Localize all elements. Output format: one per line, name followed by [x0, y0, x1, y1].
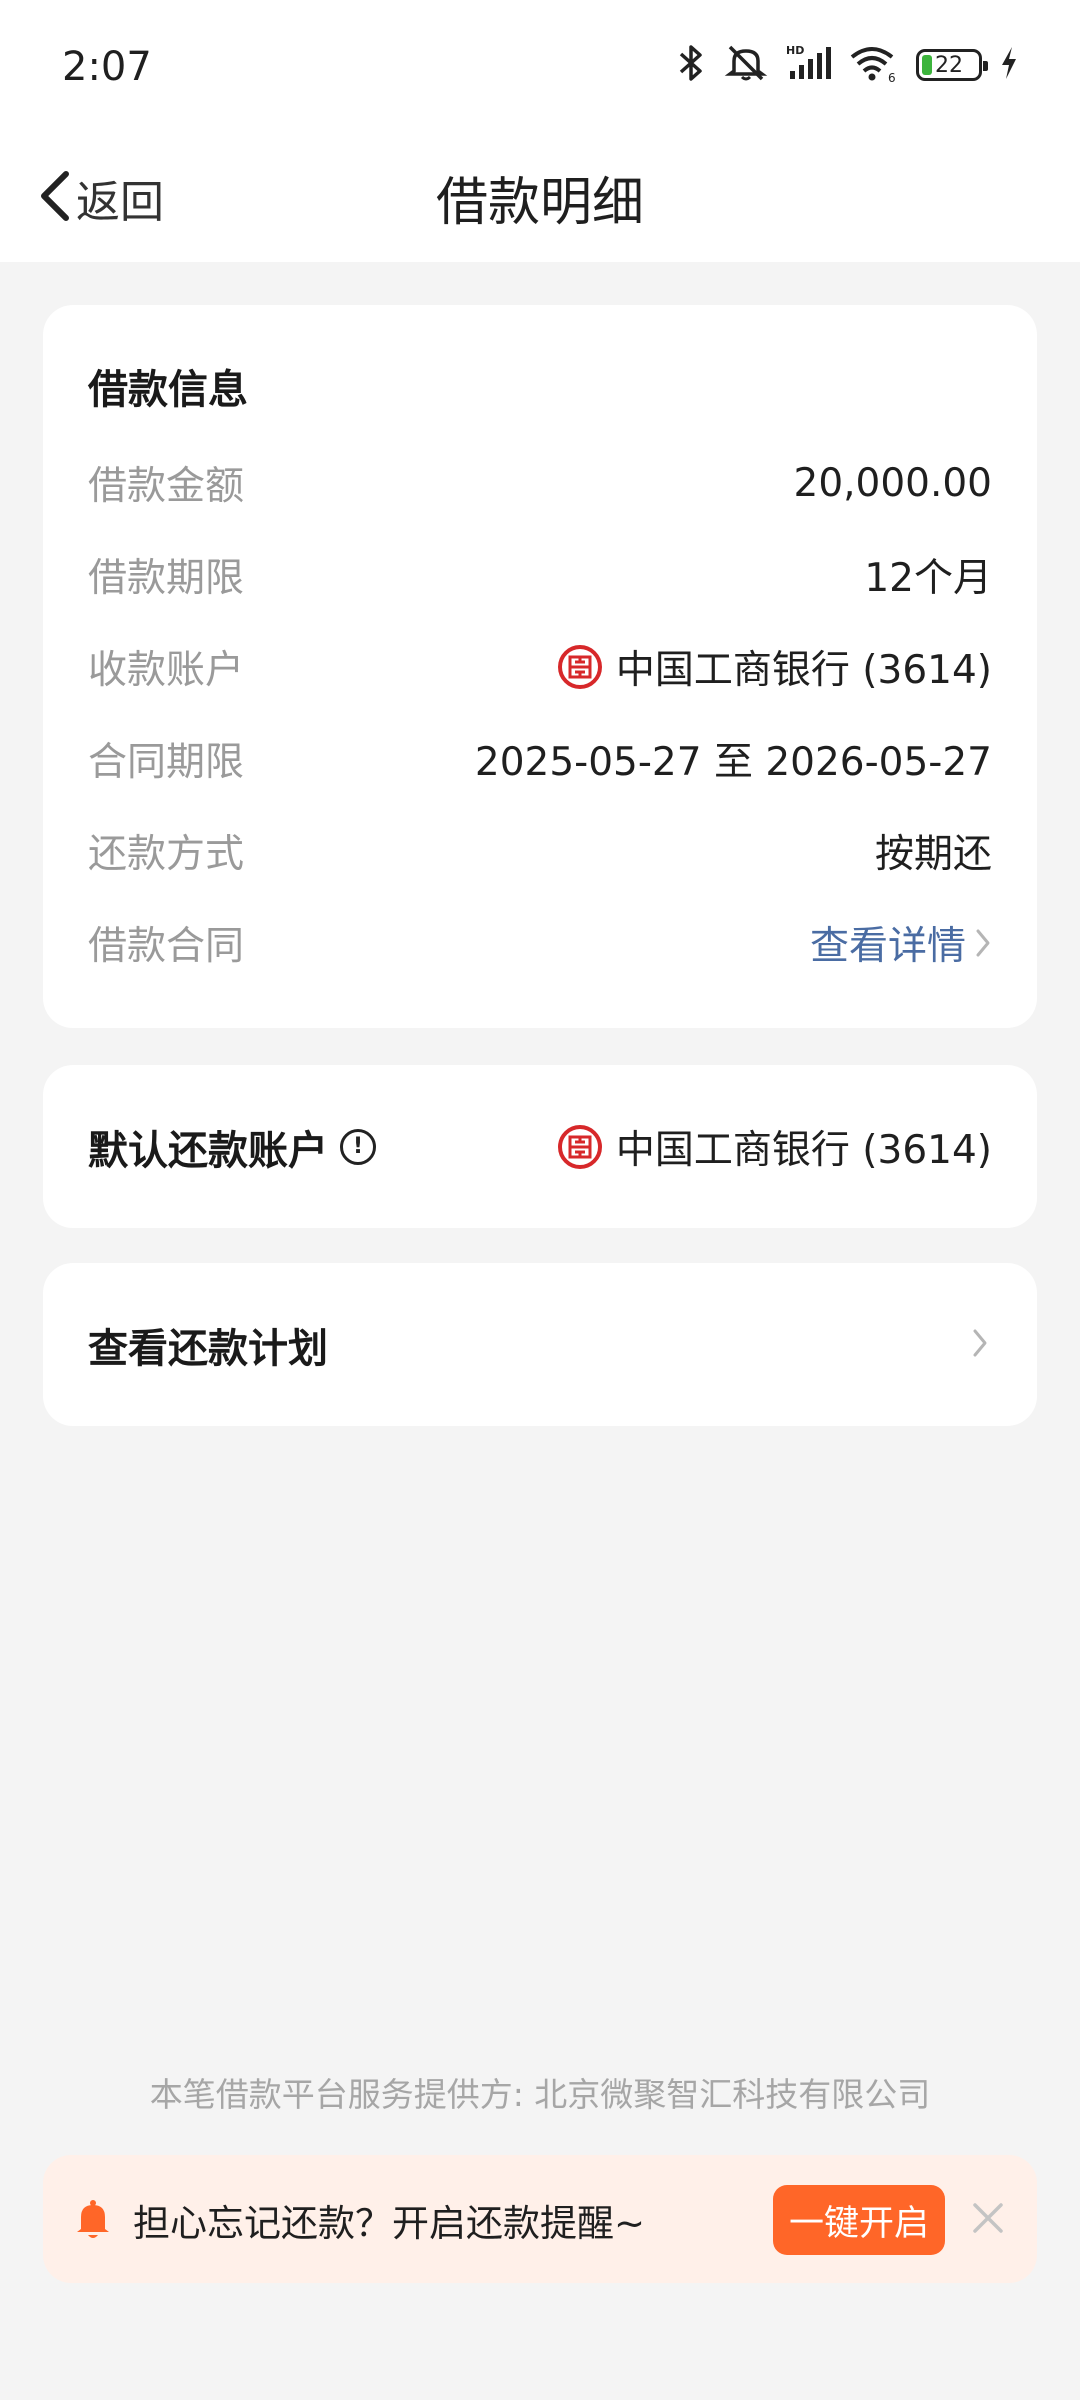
- provider-note: 本笔借款平台服务提供方: 北京微聚智汇科技有限公司: [149, 2075, 931, 2114]
- svg-text:HD: HD: [786, 44, 804, 57]
- default-account-value-wrap: 中国工商银行 (3614): [557, 1119, 992, 1175]
- repayment-method-row: 还款方式 按期还: [88, 821, 992, 881]
- bell-icon: [73, 2197, 113, 2245]
- view-contract-label: 查看详情: [809, 924, 966, 969]
- loan-amount-row: 借款金额 20,000.00: [88, 453, 992, 513]
- nav-bar: 返回 借款明细: [0, 140, 1080, 262]
- battery-icon: 22: [916, 49, 988, 81]
- view-contract-link[interactable]: 查看详情: [810, 915, 992, 971]
- chevron-right-icon: [974, 927, 992, 959]
- battery-level: 22: [935, 52, 963, 78]
- close-icon[interactable]: [971, 2201, 1005, 2239]
- receiving-account-value-wrap: 中国工商银行 (3614): [557, 639, 992, 695]
- contract-period-label: 合同期限: [88, 740, 245, 785]
- status-icons: HD 6 22: [676, 42, 1018, 88]
- repayment-method-label: 还款方式: [88, 832, 245, 877]
- enable-reminder-button[interactable]: 一键开启: [773, 2185, 945, 2255]
- chevron-right-icon: [971, 1327, 989, 1363]
- mute-icon: [724, 43, 768, 87]
- info-icon[interactable]: !: [340, 1128, 376, 1165]
- default-account-label-wrap: 默认还款账户 !: [88, 1118, 376, 1176]
- icbc-logo-icon: [557, 1124, 602, 1169]
- page-title: 借款明细: [435, 173, 644, 233]
- receiving-account-value: 中国工商银行 (3614): [615, 648, 992, 693]
- loan-info-title: 借款信息: [88, 367, 248, 413]
- loan-term-row: 借款期限 12个月: [88, 545, 992, 605]
- status-bar: 2:07 HD 6 22: [0, 0, 1080, 140]
- loan-term-label: 借款期限: [88, 556, 245, 601]
- receiving-account-row: 收款账户 中国工商银行 (3614): [88, 637, 992, 697]
- status-time: 2:07: [62, 44, 152, 90]
- loan-contract-label: 借款合同: [88, 924, 245, 969]
- repayment-plan-card[interactable]: 查看还款计划: [43, 1263, 1037, 1426]
- loan-info-card: 借款信息 借款金额 20,000.00 借款期限 12个月 收款账户 中国工商银…: [43, 305, 1037, 1028]
- reminder-text: 担心忘记还款？开启还款提醒~: [133, 2202, 646, 2245]
- default-account-label: 默认还款账户: [88, 1127, 328, 1174]
- receiving-account-label: 收款账户: [88, 648, 245, 693]
- loan-term-value: 12个月: [864, 556, 992, 601]
- repayment-plan-label: 查看还款计划: [88, 1325, 328, 1372]
- repayment-method-value: 按期还: [874, 832, 992, 877]
- charging-icon: [1000, 45, 1018, 85]
- default-account-value: 中国工商银行 (3614): [615, 1127, 992, 1173]
- contract-period-value: 2025-05-27 至 2026-05-27: [474, 740, 992, 785]
- loan-amount-label: 借款金额: [88, 464, 245, 509]
- loan-contract-row: 借款合同 查看详情: [88, 913, 992, 973]
- bluetooth-icon: [676, 43, 706, 87]
- repayment-reminder-banner: 担心忘记还款？开启还款提醒~ 一键开启: [43, 2155, 1037, 2283]
- svg-text:6: 6: [888, 71, 896, 83]
- loan-amount-value: 20,000.00: [793, 460, 993, 506]
- icbc-logo-icon: [557, 645, 602, 689]
- contract-period-row: 合同期限 2025-05-27 至 2026-05-27: [88, 729, 992, 789]
- cellular-signal-icon: HD: [786, 43, 832, 87]
- default-repayment-account-card[interactable]: 默认还款账户 ! 中国工商银行 (3614): [43, 1065, 1037, 1228]
- wifi-icon: 6: [850, 43, 898, 87]
